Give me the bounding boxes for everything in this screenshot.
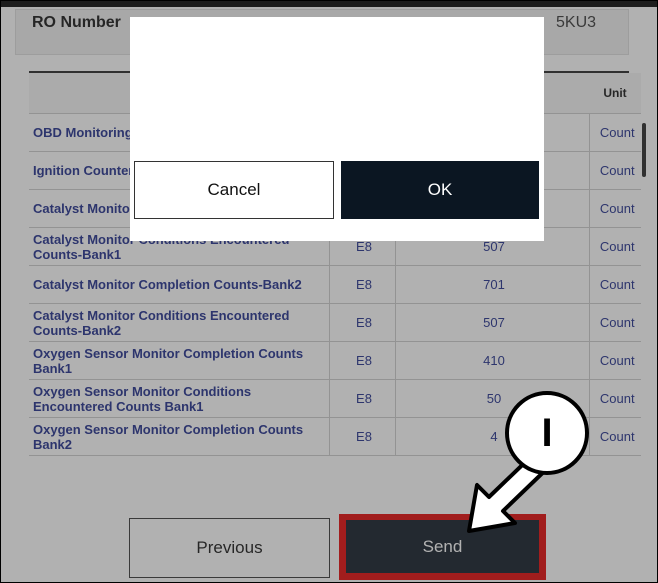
screen-frame: RO Number 5KU3 Unit OBD Monitoring Count… [0,0,658,583]
dialog-cancel-button[interactable]: Cancel [134,161,334,219]
dialog-ok-button[interactable]: OK [341,161,539,219]
confirm-dialog: Cancel OK [130,17,544,241]
callout-arrow-icon: I [467,391,589,533]
callout-label: I [541,411,552,455]
